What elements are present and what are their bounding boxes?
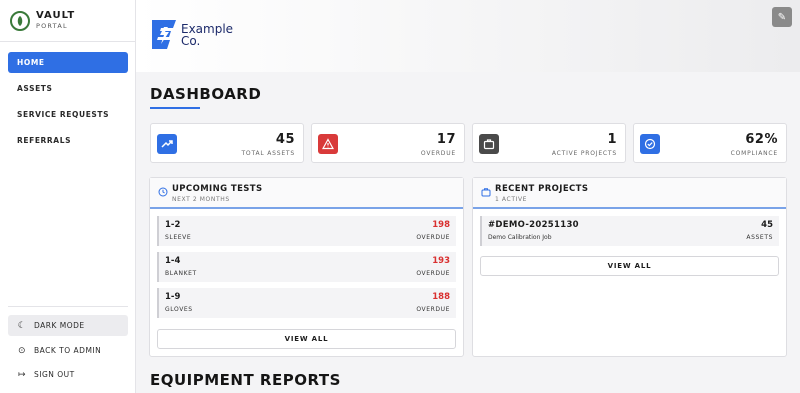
stat-card-overdue[interactable]: 17 OVERDUE xyxy=(311,123,465,163)
project-asset-label: ASSETS xyxy=(746,234,773,241)
panel-title: RECENT PROJECTS xyxy=(495,184,589,194)
divider xyxy=(0,41,136,42)
edit-button[interactable]: ✎ xyxy=(772,7,792,27)
brand-title: VAULT xyxy=(36,10,76,21)
test-row[interactable]: 1-4 BLANKET 193 OVERDUE xyxy=(157,252,456,282)
briefcase-icon xyxy=(481,188,491,197)
test-status: OVERDUE xyxy=(416,270,450,277)
test-status: OVERDUE xyxy=(416,234,450,241)
clock-icon xyxy=(158,187,168,197)
test-count: 188 xyxy=(432,292,450,302)
view-all-projects-button[interactable]: VIEW ALL xyxy=(480,256,779,276)
company-logo: Example Co. xyxy=(149,18,233,51)
company-name-line2: Co. xyxy=(181,33,201,48)
warning-icon xyxy=(318,134,338,154)
stat-label: ACTIVE PROJECTS xyxy=(551,150,617,157)
page-title: DASHBOARD xyxy=(150,85,262,103)
sidebar-nav: HOME ASSETS SERVICE REQUESTS REFERRALS xyxy=(8,52,128,156)
test-count: 193 xyxy=(432,256,450,266)
stat-card-compliance[interactable]: 62% COMPLIANCE xyxy=(633,123,787,163)
divider xyxy=(8,306,128,307)
stat-card-total-assets[interactable]: 45 TOTAL ASSETS xyxy=(150,123,304,163)
sign-out-label: SIGN OUT xyxy=(34,370,75,379)
test-name: 1-2 xyxy=(165,220,181,230)
nav-item-home[interactable]: HOME xyxy=(8,52,128,73)
upcoming-tests-panel: UPCOMING TESTS NEXT 2 MONTHS 1-2 SLEEVE … xyxy=(149,177,464,357)
project-name: Demo Calibration Job xyxy=(488,234,552,241)
dark-mode-toggle[interactable]: ☾ DARK MODE xyxy=(8,315,128,336)
project-asset-count: 45 xyxy=(761,220,773,230)
recent-projects-panel: RECENT PROJECTS 1 ACTIVE #DEMO-20251130 … xyxy=(472,177,787,357)
back-to-admin-label: BACK TO ADMIN xyxy=(34,346,102,355)
stat-card-active-projects[interactable]: 1 ACTIVE PROJECTS xyxy=(472,123,626,163)
test-name: 1-4 xyxy=(165,256,181,266)
project-row[interactable]: #DEMO-20251130 Demo Calibration Job 45 A… xyxy=(480,216,779,246)
test-count: 198 xyxy=(432,220,450,230)
view-all-tests-button[interactable]: VIEW ALL xyxy=(157,329,456,349)
briefcase-icon xyxy=(479,134,499,154)
stat-value: 17 xyxy=(436,132,456,147)
check-circle-icon xyxy=(640,134,660,154)
test-type: SLEEVE xyxy=(165,234,192,241)
trending-up-icon xyxy=(157,134,177,154)
nav-item-assets[interactable]: ASSETS xyxy=(8,78,128,99)
back-to-admin-button[interactable]: ⊙ BACK TO ADMIN xyxy=(8,340,128,361)
section-title-equipment-reports: EQUIPMENT REPORTS xyxy=(150,371,341,389)
edit-icon: ✎ xyxy=(777,11,787,23)
brand[interactable]: VAULT PORTAL xyxy=(10,10,75,31)
sign-out-icon: ↦ xyxy=(17,369,27,380)
stat-value: 45 xyxy=(275,132,295,147)
panel-header: UPCOMING TESTS NEXT 2 MONTHS xyxy=(150,178,463,209)
stat-label: TOTAL ASSETS xyxy=(241,150,295,157)
sidebar: VAULT PORTAL HOME ASSETS SERVICE REQUEST… xyxy=(0,0,136,393)
company-name-line1: Example xyxy=(181,21,234,36)
stat-label: COMPLIANCE xyxy=(730,150,778,157)
panel-subtitle: NEXT 2 MONTHS xyxy=(172,196,230,203)
sign-out-button[interactable]: ↦ SIGN OUT xyxy=(8,364,128,385)
test-type: GLOVES xyxy=(165,306,193,313)
panel-header: RECENT PROJECTS 1 ACTIVE xyxy=(473,178,786,209)
nav-item-service-requests[interactable]: SERVICE REQUESTS xyxy=(8,104,128,125)
panel-subtitle: 1 ACTIVE xyxy=(495,196,528,203)
test-name: 1-9 xyxy=(165,292,181,302)
company-logo-icon xyxy=(152,20,176,49)
title-underline xyxy=(150,107,200,109)
test-row[interactable]: 1-2 SLEEVE 198 OVERDUE xyxy=(157,216,456,246)
dark-mode-label: DARK MODE xyxy=(34,321,85,330)
test-status: OVERDUE xyxy=(416,306,450,313)
test-row[interactable]: 1-9 GLOVES 188 OVERDUE xyxy=(157,288,456,318)
stat-value: 1 xyxy=(607,132,617,147)
nav-item-referrals[interactable]: REFERRALS xyxy=(8,130,128,151)
moon-icon: ☾ xyxy=(17,320,27,331)
stat-value: 62% xyxy=(745,132,778,147)
header: Example Co. ✎ xyxy=(136,0,800,72)
panel-title: UPCOMING TESTS xyxy=(172,184,263,194)
stat-label: OVERDUE xyxy=(420,150,456,157)
vault-logo-icon xyxy=(10,10,30,31)
admin-circle-icon: ⊙ xyxy=(17,345,27,356)
project-id: #DEMO-20251130 xyxy=(488,220,579,230)
brand-subtitle: PORTAL xyxy=(36,22,68,30)
test-type: BLANKET xyxy=(165,270,197,277)
